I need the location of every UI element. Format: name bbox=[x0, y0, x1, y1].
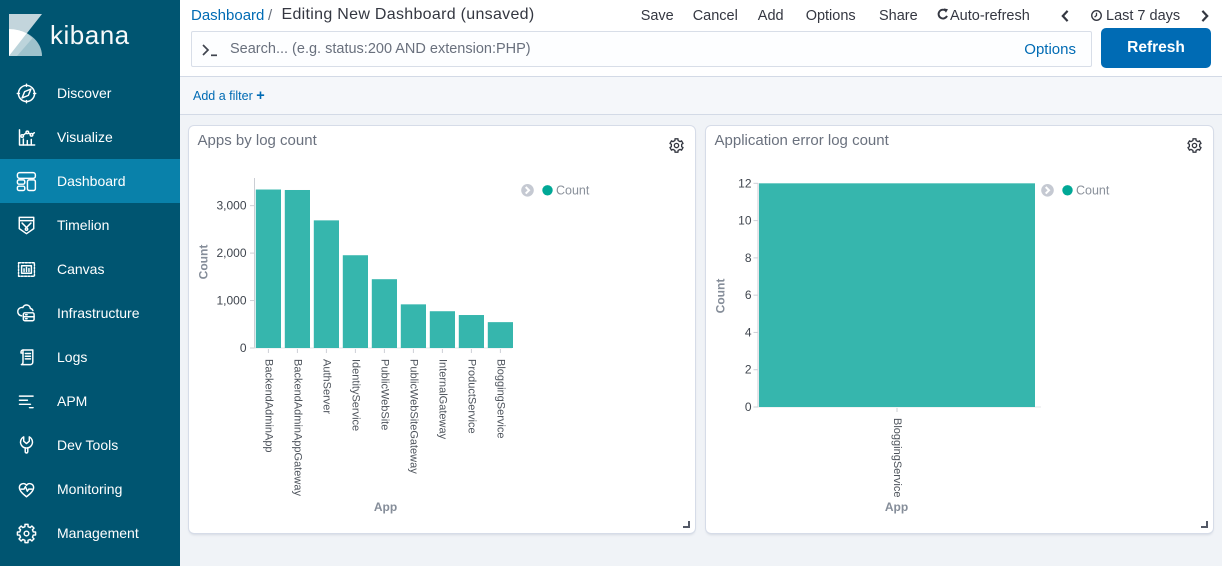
svg-text:4: 4 bbox=[745, 325, 752, 339]
svg-text:10: 10 bbox=[738, 214, 752, 228]
svg-text:1,000: 1,000 bbox=[216, 294, 246, 308]
svg-text:0: 0 bbox=[240, 341, 247, 355]
svg-text:Count: Count bbox=[714, 279, 728, 314]
svg-text:IdentityService: IdentityService bbox=[349, 359, 361, 431]
svg-text:3,000: 3,000 bbox=[216, 199, 246, 213]
svg-text:App: App bbox=[374, 500, 397, 514]
svg-text:8: 8 bbox=[745, 251, 752, 265]
svg-text:InternalGateway: InternalGateway bbox=[436, 359, 448, 440]
svg-text:ProductService: ProductService bbox=[465, 359, 477, 434]
svg-text:BloggingService: BloggingService bbox=[494, 359, 506, 439]
svg-text:Count: Count bbox=[556, 184, 590, 198]
svg-text:PublicWebSite: PublicWebSite bbox=[378, 359, 390, 430]
svg-text:2: 2 bbox=[745, 363, 752, 377]
svg-text:AuthServer: AuthServer bbox=[320, 359, 332, 414]
svg-text:Count: Count bbox=[1076, 184, 1110, 198]
svg-text:BackendAdminAppGateway: BackendAdminAppGateway bbox=[291, 359, 303, 496]
svg-text:6: 6 bbox=[745, 288, 752, 302]
svg-text:Count: Count bbox=[197, 245, 211, 280]
svg-text:2,000: 2,000 bbox=[216, 246, 246, 260]
svg-text:App: App bbox=[885, 500, 908, 514]
svg-text:BloggingService: BloggingService bbox=[891, 418, 903, 498]
svg-text:12: 12 bbox=[738, 176, 752, 190]
svg-text:PublicWebSiteGateway: PublicWebSiteGateway bbox=[407, 359, 419, 474]
svg-text:0: 0 bbox=[745, 400, 752, 414]
svg-text:BackendAdminApp: BackendAdminApp bbox=[262, 359, 274, 453]
